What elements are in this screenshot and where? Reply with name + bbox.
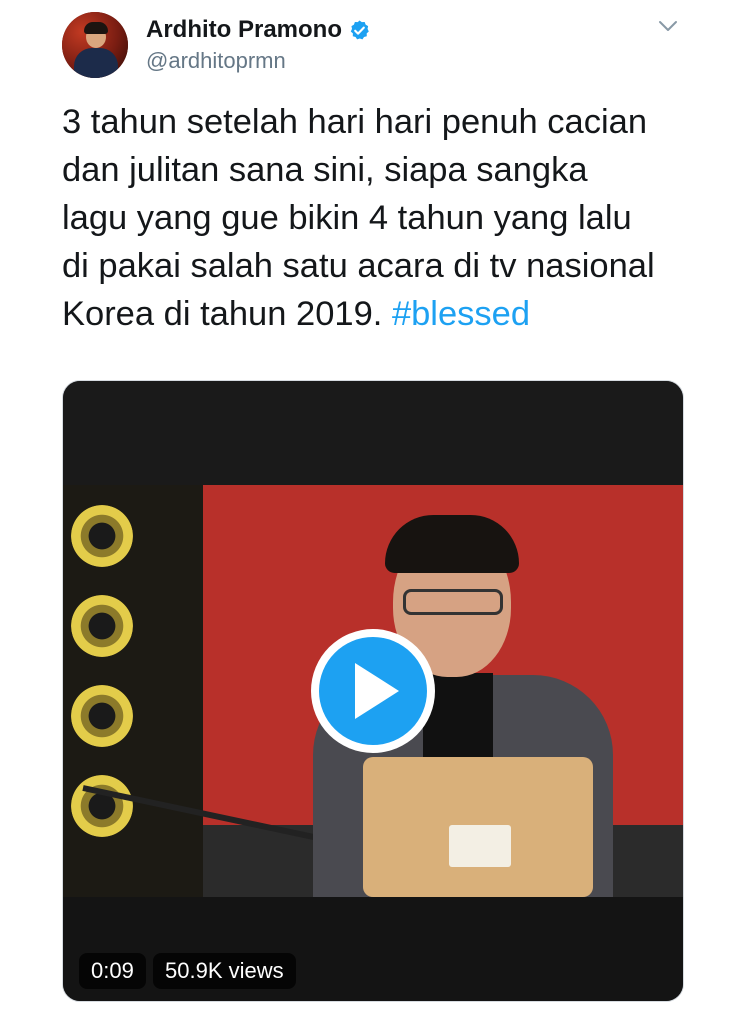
- tweet-line-last: Korea di tahun 2019. #blessed: [62, 290, 702, 338]
- tweet-line: lagu yang gue bikin 4 tahun yang lalu: [62, 199, 632, 237]
- tweet-line: Korea di tahun 2019.: [62, 295, 383, 333]
- play-icon: [355, 663, 399, 719]
- video-duration: 0:09: [79, 953, 146, 989]
- tweet-line: dan julitan sana sini, siapa sangka: [62, 151, 588, 189]
- presenter-glasses: [403, 589, 503, 615]
- video-letterbox-top: [63, 381, 683, 485]
- avatar[interactable]: [62, 12, 128, 78]
- verified-badge-icon: [350, 19, 369, 39]
- tweet-text: 3 tahun setelah hari hari penuh cacian d…: [62, 98, 702, 338]
- tweet-line: 3 tahun setelah hari hari penuh cacian: [62, 103, 648, 141]
- author-name-row[interactable]: Ardhito Pramono: [146, 16, 371, 44]
- video-player[interactable]: 0:09 50.9K views: [62, 380, 684, 1002]
- author-name[interactable]: Ardhito Pramono: [146, 16, 342, 44]
- video-views: 50.9K views: [153, 953, 296, 989]
- speaker-stack: [63, 485, 203, 897]
- tweet-line: di pakai salah satu acara di tv nasional: [62, 247, 655, 285]
- hashtag-link[interactable]: #blessed: [392, 295, 530, 333]
- chevron-down-icon[interactable]: [656, 14, 680, 38]
- presenter-hair: [385, 515, 519, 573]
- play-button[interactable]: [311, 629, 435, 753]
- author-handle[interactable]: @ardhitoprmn: [146, 48, 286, 74]
- laptop-sticker: [449, 825, 511, 867]
